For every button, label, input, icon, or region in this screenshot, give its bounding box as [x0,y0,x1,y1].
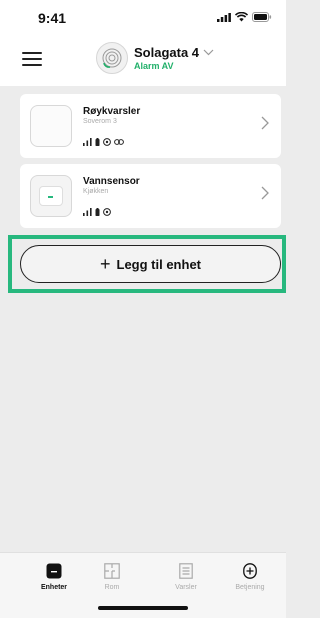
site-name: Solagata 4 [134,45,200,60]
alarm-status: Alarm AV [134,61,174,71]
phone-battery-icon [252,12,272,22]
header: 9:41 Solagata 4 Alarm AV [0,0,286,86]
tab-control-label: Betjening [235,584,265,591]
tab-notifications-label: Varsler [175,584,197,591]
device-name: Røykvarsler [83,106,141,117]
devices-icon [46,563,62,579]
signal-icon [83,138,92,146]
chevron-right-icon [261,186,269,200]
battery-icon [95,208,100,216]
device-card[interactable]: Røykvarsler Soverom 3 [20,94,281,158]
site-logo-icon [96,42,128,74]
list-icon [179,563,193,579]
home-indicator [98,606,188,610]
device-status-icons [83,208,111,216]
tab-control[interactable]: Betjening [220,563,280,603]
device-status-icons [83,138,124,146]
link-icon [114,139,124,145]
tab-rooms-label: Rom [104,584,120,591]
device-status-icon [103,208,111,216]
device-room: Soverom 3 [83,118,117,125]
tab-devices[interactable]: Enheter [24,563,84,603]
smoke-detector-image [30,105,72,147]
wifi-icon [235,12,248,22]
battery-icon [95,138,100,146]
site-selector[interactable]: Solagata 4 [134,45,214,60]
status-icons [217,12,272,22]
signal-icon [83,208,92,216]
tab-devices-label: Enheter [40,584,68,591]
floorplan-icon [104,563,120,579]
chevron-down-icon [203,49,214,56]
cellular-signal-icon [217,12,231,22]
device-card[interactable]: Vannsensor Kjøkken [20,164,281,228]
control-icon [243,563,257,579]
add-device-button[interactable]: + Legg til enhet [20,245,281,283]
device-status-icon [103,138,111,146]
device-room: Kjøkken [83,188,109,195]
tab-notifications[interactable]: Varsler [156,563,216,603]
add-device-label: Legg til enhet [116,256,202,272]
hamburger-icon [22,52,42,54]
chevron-right-icon [261,116,269,130]
device-name: Vannsensor [83,176,140,187]
plus-icon: + [99,254,111,274]
water-sensor-image [30,175,72,217]
menu-button[interactable] [22,52,42,66]
tab-rooms[interactable]: Rom [82,563,142,603]
status-time: 9:41 [38,10,67,26]
